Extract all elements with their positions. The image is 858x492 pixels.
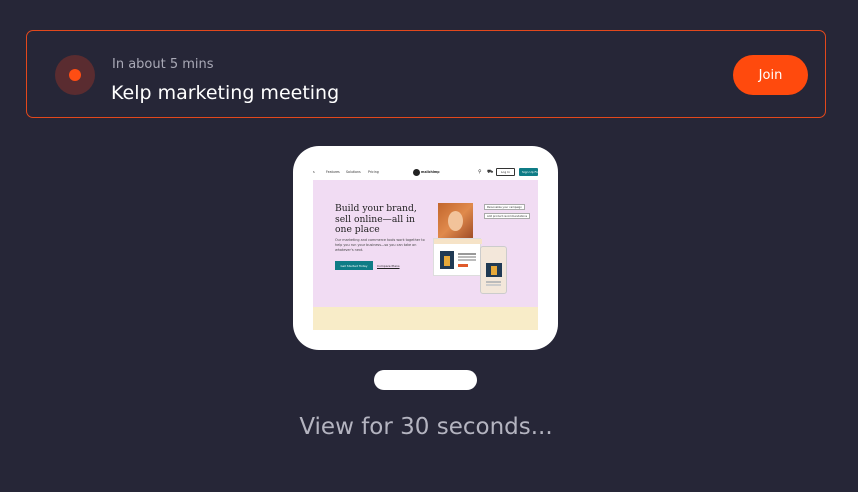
preview-tag: Personalize your campaign bbox=[484, 204, 525, 210]
cart-icon: ⛟ bbox=[487, 169, 494, 175]
preview-nav: s Features Solutions Pricing mailchimp ⚲… bbox=[313, 166, 538, 180]
preview-hero: Build your brand, sell online—all in one… bbox=[313, 180, 538, 307]
product-image bbox=[486, 263, 502, 277]
email-card-header bbox=[434, 239, 482, 244]
email-card-button bbox=[458, 264, 468, 267]
preview-phone-card bbox=[480, 246, 507, 294]
email-card-text-lines bbox=[458, 253, 476, 255]
join-button[interactable]: Join bbox=[733, 55, 808, 95]
preview-logo-text: mailchimp bbox=[421, 170, 440, 174]
record-dot-icon bbox=[55, 55, 95, 95]
preview-headline: Build your brand, sell online—all in one… bbox=[335, 203, 417, 235]
meeting-reminder-banner: In about 5 mins Kelp marketing meeting J… bbox=[26, 30, 826, 118]
preview-secondary-link: Compare Plans bbox=[377, 264, 400, 268]
monitor-preview: s Features Solutions Pricing mailchimp ⚲… bbox=[293, 146, 558, 350]
reminder-time: In about 5 mins bbox=[112, 57, 214, 72]
meeting-title: Kelp marketing meeting bbox=[111, 82, 340, 104]
product-image bbox=[440, 251, 454, 269]
preview-photo-face bbox=[448, 211, 463, 231]
preview-nav-link: Features bbox=[326, 170, 340, 174]
mailchimp-logo-icon bbox=[413, 169, 420, 176]
phone-card-text-lines bbox=[486, 281, 501, 283]
preview-tag: Add product recommendations bbox=[484, 213, 531, 219]
preview-nav-link: Solutions bbox=[346, 170, 361, 174]
preview-nav-link: Pricing bbox=[368, 170, 379, 174]
monitor-stand bbox=[374, 370, 477, 390]
preview-login-button: Log In bbox=[496, 168, 515, 176]
view-timer-caption: View for 30 seconds... bbox=[299, 414, 553, 440]
website-screenshot: s Features Solutions Pricing mailchimp ⚲… bbox=[313, 166, 538, 330]
preview-email-card bbox=[433, 238, 482, 276]
record-dot-inner bbox=[69, 69, 81, 81]
search-icon: ⚲ bbox=[478, 169, 482, 175]
preview-body: Our marketing and commerce tools work to… bbox=[335, 238, 425, 252]
preview-primary-button: Get Started Today bbox=[335, 261, 373, 270]
preview-signup-button: Sign Up Free bbox=[519, 168, 538, 176]
preview-lower-band bbox=[313, 307, 538, 330]
preview-nav-link: s bbox=[313, 170, 315, 174]
